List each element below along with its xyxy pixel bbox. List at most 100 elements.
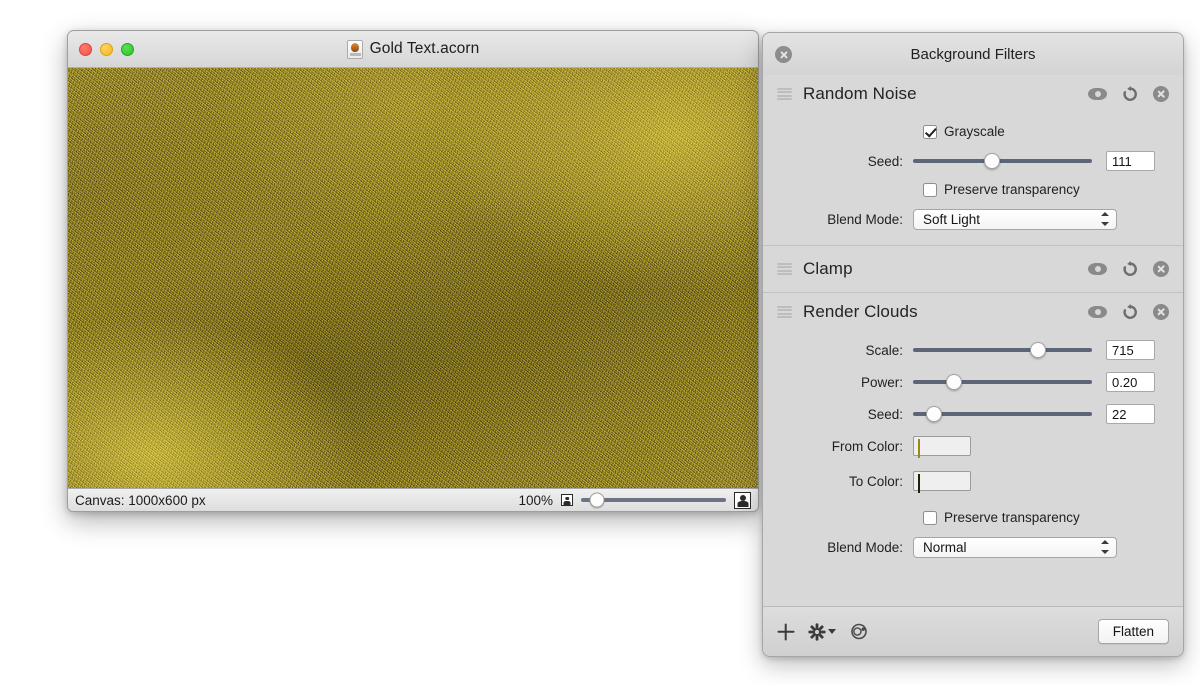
background-filters-panel[interactable]: Background Filters Random Noise Grayscal… <box>762 32 1184 657</box>
scale-input[interactable]: 715 <box>1106 340 1155 360</box>
preserve-transparency-checkbox[interactable] <box>923 182 937 197</box>
filter-section-clamp: Clamp <box>763 246 1183 293</box>
power-slider-track <box>913 380 1092 384</box>
filter-section-render-clouds: Render Clouds Scale: 715 Power: 0.20 See… <box>763 293 1183 573</box>
scale-slider[interactable] <box>913 341 1092 359</box>
blend-mode-value: Soft Light <box>923 211 981 227</box>
minimize-window-button[interactable] <box>100 43 113 56</box>
chevron-updown-icon <box>1100 540 1109 554</box>
clouds-seed-input[interactable]: 22 <box>1106 404 1155 424</box>
from-color-swatch[interactable] <box>913 436 971 458</box>
clouds-blend-mode-value: Normal <box>923 539 967 555</box>
delete-icon[interactable] <box>1153 86 1169 102</box>
clouds-seed-slider-thumb[interactable] <box>926 406 943 422</box>
document-title-group: Gold Text.acorn <box>346 39 480 59</box>
filter-name-label: Random Noise <box>803 84 917 103</box>
delete-icon[interactable] <box>1153 261 1169 277</box>
from-color-label: From Color: <box>831 438 903 454</box>
eye-icon[interactable] <box>1088 306 1107 318</box>
filters-panel-titlebar[interactable]: Background Filters <box>763 33 1183 75</box>
drag-handle-icon[interactable] <box>777 262 792 276</box>
scale-label: Scale: <box>865 342 903 358</box>
document-window[interactable]: Gold Text.acorn Canvas: 1000x600 px 100% <box>67 30 759 512</box>
eye-icon[interactable] <box>1088 88 1107 100</box>
seed-input[interactable]: 111 <box>1106 151 1155 171</box>
filter-actions <box>1088 303 1169 321</box>
close-icon[interactable] <box>775 46 792 63</box>
to-color-label: To Color: <box>848 473 903 489</box>
small-image-icon[interactable] <box>561 494 573 506</box>
eye-icon[interactable] <box>1088 263 1107 275</box>
filter-name-label: Clamp <box>803 259 853 278</box>
seed-slider-thumb[interactable] <box>983 153 1000 169</box>
clouds-preserve-transparency-checkbox[interactable] <box>923 510 937 525</box>
from-color-fill <box>918 439 920 458</box>
gear-icon[interactable] <box>808 623 826 641</box>
clouds-preserve-transparency-label: Preserve transparency <box>944 510 1080 525</box>
seed-slider-track <box>913 159 1092 163</box>
scale-row: Scale: 715 <box>777 339 1169 361</box>
filters-panel-title: Background Filters <box>910 45 1036 63</box>
revert-icon[interactable] <box>1121 85 1139 103</box>
from-color-row: From Color: <box>777 435 1169 458</box>
filter-body: Scale: 715 Power: 0.20 Seed: 22 From Col… <box>763 331 1183 573</box>
clouds-seed-row: Seed: 22 <box>777 403 1169 425</box>
scale-slider-track <box>913 348 1092 352</box>
drag-handle-icon[interactable] <box>777 87 792 101</box>
preserve-transparency-row[interactable]: Preserve transparency <box>777 182 1169 197</box>
filter-header[interactable]: Clamp <box>763 246 1183 292</box>
filters-list: Random Noise Grayscale Seed: 111 Preserv… <box>763 75 1183 606</box>
clouds-seed-slider[interactable] <box>913 405 1092 423</box>
canvas-size-label: Canvas: 1000x600 px <box>75 492 206 508</box>
filter-header[interactable]: Render Clouds <box>763 293 1183 331</box>
drag-handle-icon[interactable] <box>777 305 792 319</box>
canvas-grain-layer <box>68 68 758 488</box>
blend-mode-row: Blend Mode: Soft Light <box>777 208 1169 230</box>
zoom-slider[interactable] <box>581 492 726 508</box>
delete-icon[interactable] <box>1153 304 1169 320</box>
large-image-icon[interactable] <box>734 491 751 509</box>
filter-header[interactable]: Random Noise <box>763 75 1183 113</box>
grayscale-checkbox[interactable] <box>923 124 937 139</box>
seed-row: Seed: 111 <box>777 150 1169 172</box>
image-canvas[interactable] <box>68 68 758 488</box>
clouds-blend-mode-select[interactable]: Normal <box>913 536 1117 558</box>
document-titlebar[interactable]: Gold Text.acorn <box>68 31 758 68</box>
preserve-transparency-label: Preserve transparency <box>944 182 1080 197</box>
power-slider-thumb[interactable] <box>946 374 963 390</box>
filter-actions <box>1088 260 1169 278</box>
clouds-blend-mode-label: Blend Mode: <box>827 539 903 555</box>
seed-slider[interactable] <box>913 152 1092 170</box>
settings-menu-button[interactable] <box>808 623 836 641</box>
document-title: Gold Text.acorn <box>369 40 480 57</box>
close-window-button[interactable] <box>79 43 92 56</box>
grayscale-label: Grayscale <box>944 124 1005 139</box>
maximize-window-button[interactable] <box>121 43 134 56</box>
acorn-document-icon <box>346 39 363 59</box>
to-color-row: To Color: <box>777 470 1169 493</box>
clouds-blend-mode-row: Blend Mode: Normal <box>777 536 1169 558</box>
power-label: Power: <box>860 374 903 390</box>
blend-mode-label: Blend Mode: <box>827 211 903 227</box>
scale-slider-thumb[interactable] <box>1030 342 1047 358</box>
clouds-seed-label: Seed: <box>867 406 903 422</box>
flatten-button[interactable]: Flatten <box>1097 619 1169 644</box>
seed-label: Seed: <box>867 153 903 169</box>
revert-icon[interactable] <box>1121 303 1139 321</box>
power-slider[interactable] <box>913 373 1092 391</box>
grayscale-checkbox-row[interactable]: Grayscale <box>777 124 1169 139</box>
plus-icon[interactable] <box>777 623 794 640</box>
blend-mode-select[interactable]: Soft Light <box>913 208 1117 230</box>
revert-icon[interactable] <box>1121 260 1139 278</box>
power-input[interactable]: 0.20 <box>1106 372 1155 392</box>
color-presets-icon[interactable] <box>850 623 869 640</box>
document-status-bar: Canvas: 1000x600 px 100% <box>68 488 758 511</box>
zoom-slider-thumb[interactable] <box>589 492 605 508</box>
power-row: Power: 0.20 <box>777 371 1169 393</box>
to-color-swatch[interactable] <box>913 471 971 493</box>
filter-name-label: Render Clouds <box>803 302 918 321</box>
filters-panel-footer: Flatten <box>763 606 1183 656</box>
traffic-lights <box>79 43 134 56</box>
clouds-preserve-transparency-row[interactable]: Preserve transparency <box>777 510 1169 525</box>
chevron-down-icon[interactable] <box>828 629 836 634</box>
